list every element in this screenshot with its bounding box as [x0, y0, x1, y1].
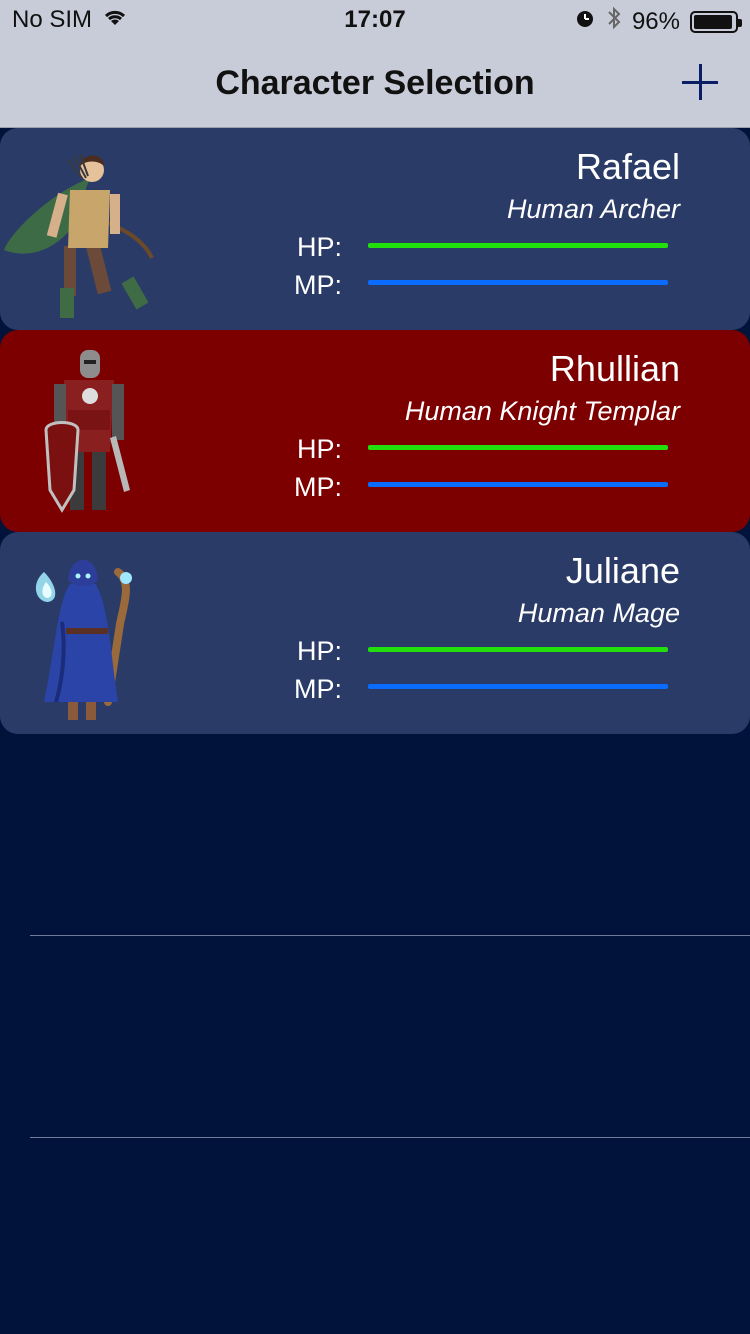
hp-label: HP: [296, 434, 342, 464]
mp-label: MP: [293, 472, 342, 502]
character-name: Rafael [575, 146, 680, 187]
empty-row-separator [30, 935, 750, 936]
character-card-rhullian[interactable]: Rhullian Human Knight Templar HP: MP: [0, 330, 750, 532]
add-character-button[interactable] [680, 62, 720, 102]
hp-bar [368, 647, 668, 652]
status-right: 96% [574, 6, 742, 37]
mp-label: MP: [293, 674, 342, 704]
hp-label: HP: [296, 232, 342, 262]
character-name: Rhullian [549, 348, 680, 389]
empty-row-separator [30, 1137, 750, 1138]
character-role: Human Archer [506, 194, 680, 224]
character-role: Human Knight Templar [404, 396, 680, 426]
character-name: Juliane [565, 550, 680, 591]
battery-icon [690, 10, 742, 33]
archer-portrait-icon [0, 138, 170, 320]
battery-fill [694, 14, 733, 29]
character-card-juliane[interactable]: Juliane Human Mage HP: MP: [0, 532, 750, 734]
mp-label: MP: [293, 270, 342, 300]
bluetooth-icon [606, 6, 622, 37]
character-card-rafael[interactable]: Rafael Human Archer HP: MP: [0, 128, 750, 330]
battery-percent: 96% [631, 7, 680, 35]
mage-portrait-icon [0, 542, 170, 724]
character-role: Human Mage [517, 598, 680, 628]
hp-label: HP: [296, 636, 342, 666]
mp-bar [368, 482, 668, 487]
status-bar: No SIM 17:07 96% [0, 0, 750, 40]
mp-bar [368, 684, 668, 689]
mp-bar [368, 280, 668, 285]
knight-portrait-icon [0, 340, 170, 522]
hp-bar [368, 445, 668, 450]
character-list: Rafael Human Archer HP: MP: Rhullian Hum… [0, 128, 750, 734]
page-title: Character Selection [215, 64, 535, 102]
navigation-bar: Character Selection [0, 40, 750, 128]
alarm-icon [574, 7, 596, 36]
hp-bar [368, 243, 668, 248]
